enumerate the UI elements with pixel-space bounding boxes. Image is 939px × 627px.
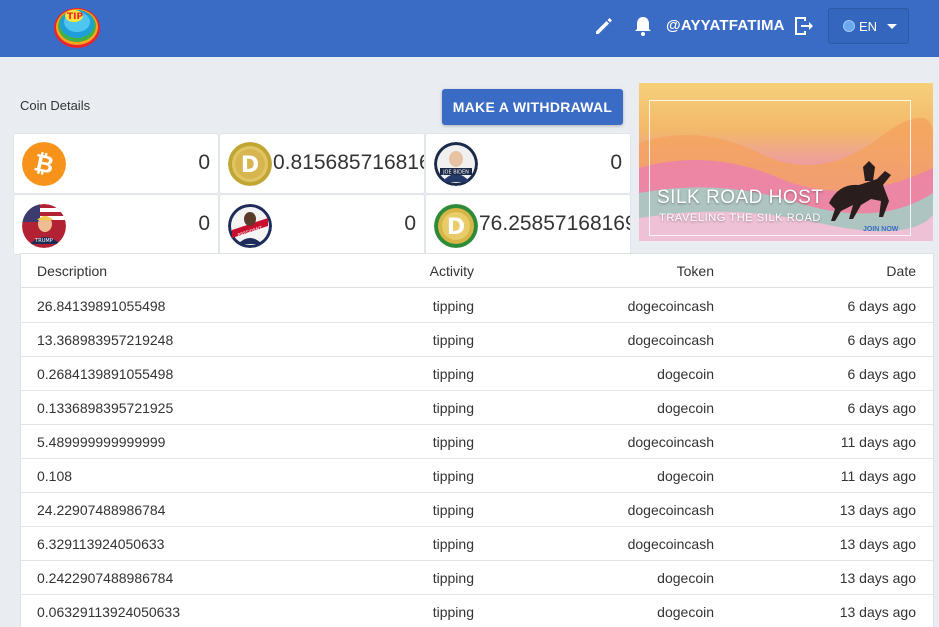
language-selector[interactable]: EN <box>828 8 909 44</box>
banner-cta[interactable]: JOIN NOW <box>863 226 898 233</box>
table-row[interactable]: 0.108 tipping dogecoin 11 days ago <box>21 459 933 493</box>
cell-description: 0.2422907488986784 <box>37 570 174 586</box>
cell-date: 13 days ago <box>839 570 916 586</box>
svg-text:D: D <box>241 153 259 178</box>
banner-title: SILK ROAD HOST <box>657 187 824 208</box>
dogecoincash-icon: D <box>434 204 478 248</box>
joe-biden-coin-icon: JOE BIDEN <box>434 142 478 186</box>
cell-activity: tipping <box>432 536 474 552</box>
header-activity[interactable]: Activity <box>430 263 474 279</box>
cell-date: 11 days ago <box>840 434 916 450</box>
cell-token: dogecoin <box>657 570 714 586</box>
cell-date: 6 days ago <box>847 400 917 416</box>
pencil-icon[interactable] <box>592 14 616 38</box>
cell-date: 11 days ago <box>840 468 916 484</box>
cell-description: 6.329113924050633 <box>37 536 165 552</box>
cell-description: 26.84139891055498 <box>37 298 166 314</box>
table-row[interactable]: 6.329113924050633 tipping dogecoincash 13 d… <box>21 527 933 561</box>
cell-date: 6 days ago <box>847 298 917 314</box>
table-row[interactable]: 0.1336898395721925 tipping dogecoin 6 days … <box>21 391 933 425</box>
top-navbar: TIP @AYYATFATIMA EN <box>0 0 939 57</box>
bitcoin-icon: ₿ <box>22 142 66 186</box>
cell-activity: tipping <box>432 400 474 416</box>
table-row[interactable]: 0.2684139891055498 tipping dogecoin 6 days … <box>21 357 933 391</box>
table-row[interactable]: 26.84139891055498 tipping dogecoincash 6 da… <box>21 289 933 323</box>
cell-token: dogecoincash <box>627 298 714 314</box>
language-label: EN <box>859 18 878 34</box>
svg-text:TRUMP: TRUMP <box>34 238 53 244</box>
cell-activity: tipping <box>432 502 474 518</box>
cell-description: 13.368983957219248 <box>37 332 174 348</box>
cell-token: dogecoin <box>657 604 714 620</box>
cell-date: 6 days ago <box>847 366 917 382</box>
cell-activity: tipping <box>432 434 474 450</box>
cell-description: 0.108 <box>37 468 73 484</box>
table-header: Description Activity Token Date <box>21 254 933 288</box>
username-label[interactable]: @AYYATFATIMA <box>666 17 785 34</box>
cell-token: dogecoin <box>657 400 714 416</box>
table-row[interactable]: 13.368983957219248 tipping dogecoincash 6 d… <box>21 323 933 357</box>
coin-balance: 76.258571681692 <box>479 212 630 235</box>
coin-balance: 0.8156857168169 <box>273 151 424 174</box>
activity-table: Description Activity Token Date 26.84139… <box>20 253 934 627</box>
coin-card-yeezy[interactable]: PRESIDENT 0 <box>219 194 425 255</box>
cell-description: 0.2684139891055498 <box>37 366 174 382</box>
banner-subtitle: TRAVELING THE SILK ROAD <box>659 212 821 224</box>
coin-balance: 0 <box>610 151 622 174</box>
table-row[interactable]: 24.22907488986784 tipping dogecoincash 13 d… <box>21 493 933 527</box>
logout-icon[interactable] <box>792 14 816 38</box>
coin-card-trump[interactable]: TRUMP 0 <box>13 194 219 255</box>
cell-activity: tipping <box>432 604 474 620</box>
table-row[interactable]: 0.06329113924050633 tipping dogecoin 13 day… <box>21 595 933 627</box>
cell-token: dogecoincash <box>627 536 714 552</box>
coin-balance: 0 <box>404 212 416 235</box>
cell-token: dogecoincash <box>627 332 714 348</box>
cell-description: 0.1336898395721925 <box>37 400 174 416</box>
dogecoin-icon: D <box>228 142 272 186</box>
cell-token: dogecoin <box>657 468 714 484</box>
cell-date: 13 days ago <box>839 604 916 620</box>
table-row[interactable]: 0.2422907488986784 tipping dogecoin 13 days… <box>21 561 933 595</box>
coin-details-title: Coin Details <box>20 98 91 113</box>
header-token[interactable]: Token <box>677 263 714 279</box>
coin-balance: 0 <box>198 151 210 174</box>
yeezy-coin-icon: PRESIDENT <box>228 204 272 248</box>
table-row[interactable]: 5.489999999999999 tipping dogecoincash 11 d… <box>21 425 933 459</box>
svg-text:D: D <box>447 215 465 240</box>
header-description[interactable]: Description <box>37 263 107 279</box>
cell-activity: tipping <box>432 298 474 314</box>
app-logo[interactable]: TIP <box>52 2 102 50</box>
cell-activity: tipping <box>432 366 474 382</box>
coin-card-dogecoin[interactable]: D 0.8156857168169 <box>219 133 425 194</box>
cell-description: 0.06329113924050633 <box>37 604 181 620</box>
cell-description: 24.22907488986784 <box>37 502 166 518</box>
coin-card-bitcoin[interactable]: ₿ 0 <box>13 133 219 194</box>
coin-card-dogecoincash[interactable]: D 76.258571681692 <box>425 194 631 255</box>
coin-balance: 0 <box>198 212 210 235</box>
cell-token: dogecoin <box>657 366 714 382</box>
header-date[interactable]: Date <box>886 263 916 279</box>
cell-activity: tipping <box>432 570 474 586</box>
bell-icon[interactable] <box>631 14 655 38</box>
coin-card-joe-biden[interactable]: JOE BIDEN 0 <box>425 133 631 194</box>
silk-road-banner[interactable]: SILK ROAD HOST TRAVELING THE SILK ROAD J… <box>639 83 933 241</box>
svg-text:TIP: TIP <box>67 12 83 22</box>
trump-coin-icon: TRUMP <box>22 204 66 248</box>
cell-date: 13 days ago <box>839 502 916 518</box>
cell-description: 5.489999999999999 <box>37 434 166 450</box>
cell-token: dogecoincash <box>627 434 714 450</box>
svg-text:JOE BIDEN: JOE BIDEN <box>442 170 469 176</box>
cell-date: 6 days ago <box>847 332 917 348</box>
cell-activity: tipping <box>432 468 474 484</box>
globe-icon <box>843 20 855 32</box>
cell-activity: tipping <box>432 332 474 348</box>
make-withdrawal-button[interactable]: MAKE A WITHDRAWAL <box>442 89 623 125</box>
cell-token: dogecoincash <box>627 502 714 518</box>
caret-down-icon <box>887 23 898 29</box>
cell-date: 13 days ago <box>839 536 916 552</box>
